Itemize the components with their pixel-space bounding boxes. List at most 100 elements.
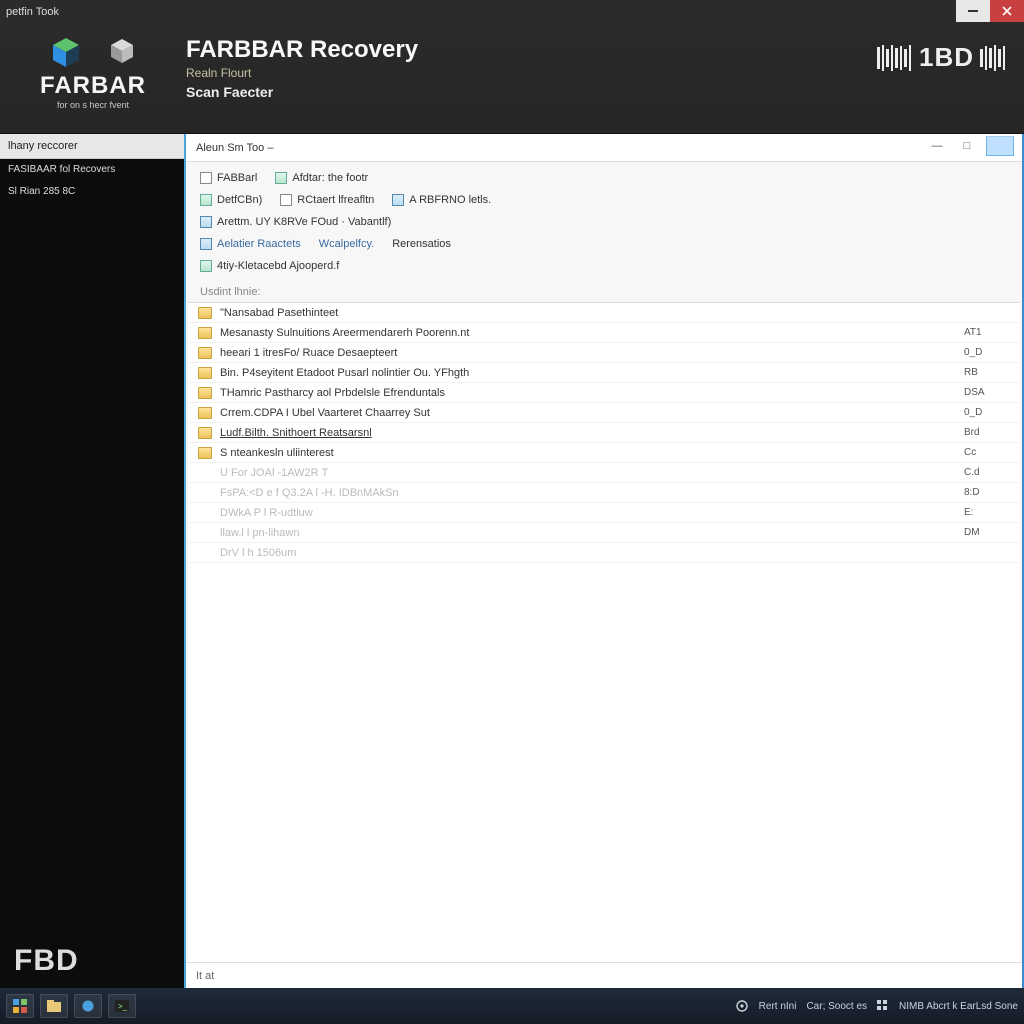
option-label: DetfCBn) [217, 194, 262, 206]
list-item-name: S nteankesln uliinterest [220, 447, 964, 459]
package-icon [107, 36, 137, 66]
grid-icon[interactable] [877, 1000, 889, 1012]
option-label: Arettm. UY K8RVe FOud · Vabantlf) [217, 216, 391, 228]
panel-minimize-button[interactable]: — [926, 137, 948, 155]
list-item[interactable]: Ludf.Bilth. Snithoert ReatsarsnlBrd [188, 423, 1020, 443]
browser-icon [81, 1000, 95, 1012]
list-item-tag: C.d [964, 467, 1010, 478]
tray-text-2[interactable]: Car; Sooct es [806, 1001, 867, 1012]
folder-icon [198, 347, 212, 359]
status-text: It at [196, 970, 214, 982]
folder-icon [198, 327, 212, 339]
scan-option-r2-0[interactable]: DetfCBn) [200, 194, 262, 206]
scan-option-r5-0[interactable]: 4tiy-Kletacebd Ajooperd.f [200, 260, 339, 272]
logo-wordmark: FARBAR [40, 72, 146, 100]
options-row-3: Arettm. UY K8RVe FOud · Vabantlf) [186, 206, 1022, 228]
logo-column: FARBAR for on s hecr fvent [0, 34, 186, 110]
scan-option-r2-2[interactable]: A RBFRNO letls. [392, 194, 491, 206]
tray-text-1[interactable]: Rert nIni [759, 1001, 797, 1012]
option-label: RCtaert lfreafltn [297, 194, 374, 206]
cube-logo-icon [49, 36, 83, 70]
logo-icons [49, 36, 137, 70]
app-subtitle-2: Scan Faecter [186, 84, 1012, 100]
app-header: FARBAR for on s hecr fvent FARBBAR Recov… [0, 24, 1024, 134]
results-list[interactable]: "Nansabad Pasethinteet Mesanasty Sulnuiti… [188, 302, 1020, 962]
taskbar-app-2[interactable] [74, 994, 102, 1018]
list-item[interactable]: THamric Pastharcy aol Prbdelsle Efrendun… [188, 383, 1020, 403]
option-label: Rerensatios [392, 238, 451, 250]
scan-option-r4-0[interactable]: Aelatier Raactets [200, 238, 301, 250]
minimize-icon [968, 10, 978, 12]
list-item[interactable]: Crrem.CDPA I Ubel Vaarteret Chaarrey Sut… [188, 403, 1020, 423]
checkbox-icon [200, 260, 212, 272]
folder-icon [198, 547, 212, 559]
window-buttons [956, 0, 1024, 22]
scan-option-r1-0[interactable]: FABBarl [200, 172, 257, 184]
list-item-name: FsPA:<D e f Q3.2A l -H. IDBnMAkSn [220, 487, 964, 499]
list-item-tag: Cc [964, 447, 1010, 458]
taskbar-start-button[interactable] [6, 994, 34, 1018]
list-item[interactable]: llaw.l l pn-lihawnDM [188, 523, 1020, 543]
sidebar-spacer [0, 202, 184, 934]
window-title: petfin Took [6, 6, 59, 18]
sidebar-sub-2[interactable]: Sl Rian 285 8C [0, 181, 184, 203]
scan-option-r4-1[interactable]: Wcalpelfcy. [319, 238, 374, 250]
breadcrumb-text: Aleun Sm Too – [196, 142, 273, 154]
scan-option-r1-1[interactable]: Afdtar: the footr [275, 172, 368, 184]
close-icon [1002, 6, 1012, 16]
list-item[interactable]: heeari 1 itresFo/ Ruace Desaepteert0_D [188, 343, 1020, 363]
list-item[interactable]: "Nansabad Pasethinteet [188, 303, 1020, 323]
list-item[interactable]: S nteankesln uliinterestCc [188, 443, 1020, 463]
status-bar: It at [186, 962, 1022, 988]
list-item-tag: 8:D [964, 487, 1010, 498]
folder-icon [198, 407, 212, 419]
breadcrumb-bar: Aleun Sm Too – — □ [186, 134, 1022, 162]
body-row: lhany reccorer FASIBAAR fol Recovers Sl … [0, 134, 1024, 988]
option-label: A RBFRNO letls. [409, 194, 491, 206]
panel-window-controls: — □ [926, 136, 1014, 156]
list-item-name: Mesanasty Sulnuitions Areermendarerh Poo… [220, 327, 964, 339]
list-item-name: heeari 1 itresFo/ Ruace Desaepteert [220, 347, 964, 359]
list-item[interactable]: Mesanasty Sulnuitions Areermendarerh Poo… [188, 323, 1020, 343]
checkbox-icon [392, 194, 404, 206]
folder-icon [198, 527, 212, 539]
list-item[interactable]: Bin. P4seyitent Etadoot Pusarl nolintier… [188, 363, 1020, 383]
sidebar-nav-recovery[interactable]: lhany reccorer [0, 134, 184, 159]
list-item-tag: 0_D [964, 407, 1010, 418]
sidebar-sub-1[interactable]: FASIBAAR fol Recovers [0, 159, 184, 181]
scan-option-r3-0[interactable]: Arettm. UY K8RVe FOud · Vabantlf) [200, 216, 391, 228]
list-item-tag: DSA [964, 387, 1010, 398]
panel-action-button[interactable] [986, 136, 1014, 156]
tray-text-3[interactable]: NIMB Abcrt k EarLsd Sone [899, 1001, 1018, 1012]
list-item[interactable]: FsPA:<D e f Q3.2A l -H. IDBnMAkSn8:D [188, 483, 1020, 503]
panel-maximize-button[interactable]: □ [956, 137, 978, 155]
option-label: Wcalpelfcy. [319, 238, 374, 250]
taskbar: >_ Rert nIni Car; Sooct es NIMB Abcrt k … [0, 988, 1024, 1024]
folder-icon [198, 367, 212, 379]
list-item-tag: E: [964, 507, 1010, 518]
folder-icon [198, 387, 212, 399]
taskbar-app-1[interactable] [40, 994, 68, 1018]
folder-icon [198, 307, 212, 319]
scan-option-r4-2[interactable]: Rerensatios [392, 238, 451, 250]
minimize-button[interactable] [956, 0, 990, 22]
list-item[interactable]: U For JOAl -1AW2R TC.d [188, 463, 1020, 483]
checkbox-icon [280, 194, 292, 206]
partner-logo: 1BD [877, 42, 1010, 73]
scan-option-r2-1[interactable]: RCtaert lfreafltn [280, 194, 374, 206]
barcode-icon [877, 43, 913, 73]
list-item[interactable]: DWkA P l R-udtiuwE: [188, 503, 1020, 523]
options-row-1: FABBarl Afdtar: the footr [186, 162, 1022, 184]
option-label: FABBarl [217, 172, 257, 184]
svg-text:>_: >_ [118, 1002, 128, 1011]
checkbox-icon [200, 172, 212, 184]
checkbox-icon [200, 216, 212, 228]
close-button[interactable] [990, 0, 1024, 22]
list-item[interactable]: DrV l h 1506um [188, 543, 1020, 563]
folder-icon [198, 427, 212, 439]
main-panel: Aleun Sm Too – — □ FABBarl Afdtar: the fo… [186, 134, 1024, 988]
list-item-tag: Brd [964, 427, 1010, 438]
taskbar-app-3[interactable]: >_ [108, 994, 136, 1018]
terminal-icon: >_ [115, 1000, 129, 1012]
gear-icon[interactable] [735, 999, 749, 1013]
